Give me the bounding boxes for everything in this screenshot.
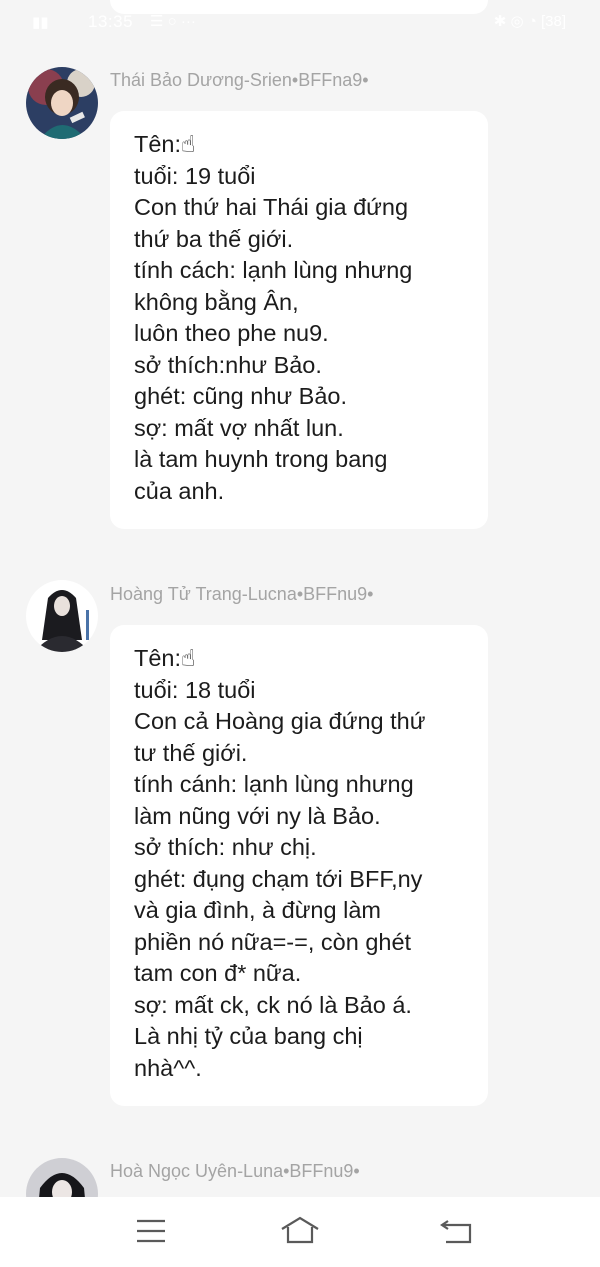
message-line: không bằng Ân, [134,288,299,315]
message-line: của anh. [134,477,225,504]
message-line: Là nhị tỷ của bang chị [134,1023,363,1049]
home-icon[interactable] [280,1215,320,1247]
message-line: Con thứ hai Thái gia đứng [134,194,409,220]
message-line: thứ ba thế giới. [134,225,294,252]
message-line: tam con đ* nữa. [134,960,302,986]
menu-icon[interactable] [131,1215,171,1247]
avatar[interactable] [26,67,98,139]
message-line: tư thế giới. [134,739,248,766]
navigation-bar [0,1197,600,1267]
system-icons: ✱ ◎ ◔ [38] [493,13,566,30]
previous-message-bubble [110,0,488,14]
message-bubble[interactable]: Tên:☝ tuổi: 18 tuổi Con cả Hoàng gia đứn… [110,625,488,1106]
message-line: sở thích: như chị. [134,834,317,860]
sender-name: Hoà Ngọc Uyên-Luna•BFFnu9• [110,1161,360,1181]
message-line: Tên:☝ [134,131,196,157]
notification-icons: ☰ ○ ··· [150,13,196,30]
message-line: ghét: đụng chạm tới BFF,ny [134,865,423,892]
message-line: tính cánh: lạnh lùng nhưng [134,771,414,797]
message-line: là tam huynh trong bang [134,446,388,472]
message-line: sở thích:như Bảo. [134,351,322,378]
message-line: Tên:☝ [134,645,196,671]
message-line: phiền nó nữa=-=, còn ghét [134,928,412,955]
signal-icon: ▮▮ [32,14,49,31]
message-line: luôn theo phe nu9. [134,320,329,346]
sender-name: Thái Bảo Dương-Srien•BFFna9• [110,70,369,90]
message-line: tuổi: 18 tuổi [134,676,256,703]
sender-name: Hoàng Tử Trang-Lucna•BFFnu9• [110,584,374,604]
avatar[interactable] [26,580,98,652]
message-line: tuổi: 19 tuổi [134,162,256,189]
message-line: làm nũng với ny là Bảo. [134,802,381,829]
message-line: sợ: mất ck, ck nó là Bảo á. [134,991,412,1018]
back-icon[interactable] [438,1215,478,1247]
message-line: nhà^^. [134,1054,202,1081]
message-line: ghét: cũng như Bảo. [134,383,348,409]
message-line: Con cả Hoàng gia đứng thứ [134,708,426,734]
message-line: sợ: mất vợ nhất lun. [134,414,344,441]
message-line: tính cách: lạnh lùng nhưng [134,257,413,283]
message-line: và gia đình, à đừng làm [134,897,381,923]
message-bubble[interactable]: Tên:☝ tuổi: 19 tuổi Con thứ hai Thái gia… [110,111,488,529]
status-time: 13:35 [88,12,134,31]
